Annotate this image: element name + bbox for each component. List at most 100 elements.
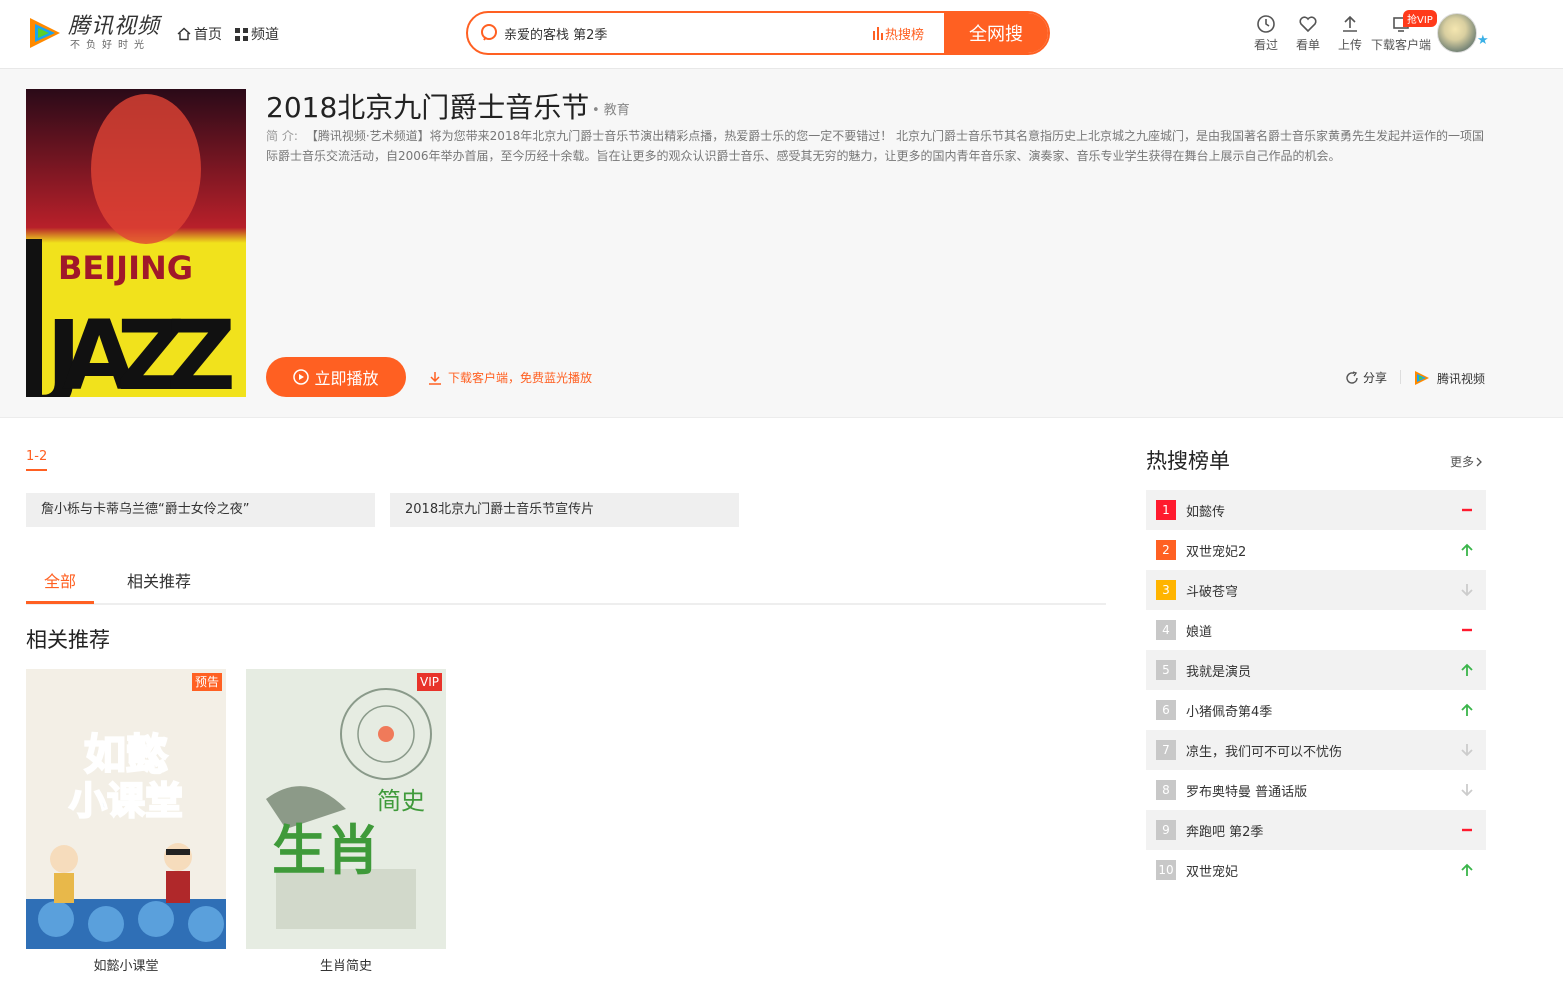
card-thumbnail-image: 生肖 简史	[246, 669, 446, 949]
rank-badge: 9	[1156, 820, 1176, 840]
logo-name: 腾讯视频	[68, 14, 161, 39]
hot-item-name: 罗布奥特曼 普通话版	[1186, 784, 1308, 800]
rank-badge: 5	[1156, 660, 1176, 680]
card-badge: VIP	[417, 673, 442, 691]
poster-line1: BEIJING	[58, 249, 193, 287]
hot-list-item[interactable]: 10 双世宠妃	[1146, 850, 1486, 890]
episode-range-tab[interactable]: 1-2	[26, 449, 47, 464]
vip-badge[interactable]: 抢VIP	[1403, 10, 1437, 27]
hot-list-item[interactable]: 1 如懿传	[1146, 490, 1486, 530]
home-icon	[177, 27, 191, 41]
poster-line2: JAZZ	[40, 300, 236, 397]
search-box: 热搜榜 全网搜	[466, 11, 1050, 55]
episode-item[interactable]: 2018北京九门爵士音乐节宣传片	[390, 493, 739, 527]
hot-list-item[interactable]: 5 我就是演员	[1146, 650, 1486, 690]
download-icon	[429, 371, 441, 385]
hot-list-item[interactable]: 9 奔跑吧 第2季	[1146, 810, 1486, 850]
rank-badge: 1	[1156, 500, 1176, 520]
rank-badge: 7	[1156, 740, 1176, 760]
nav-home-label: 首页	[194, 27, 222, 43]
card-title[interactable]: 生肖简史	[246, 955, 446, 974]
hot-item-name: 凉生，我们可不可以不忧伤	[1186, 744, 1343, 760]
history-label: 看过	[1254, 38, 1279, 52]
hot-item-name: 奔跑吧 第2季	[1186, 824, 1264, 840]
share-label: 分享	[1363, 371, 1388, 385]
poster[interactable]: BEIJING JAZZ	[26, 89, 246, 397]
hot-list-item[interactable]: 4 娘道	[1146, 610, 1486, 650]
hot-item-name: 娘道	[1186, 624, 1213, 640]
tab-underline	[26, 601, 94, 604]
top-header: 腾讯视频 不负好时光 首页 频道 热搜榜 全网搜 看过 看单 上传 下载客户端 …	[0, 0, 1563, 69]
clock-icon	[1257, 15, 1275, 33]
tab-related[interactable]: 相关推荐	[127, 568, 191, 592]
hot-list-item[interactable]: 7 凉生，我们可不可以不忧伤	[1146, 730, 1486, 770]
hot-list-item[interactable]: 3 斗破苍穹	[1146, 570, 1486, 610]
trend-down-icon	[1461, 584, 1473, 597]
play-now-button[interactable]: 立即播放	[266, 357, 406, 397]
hot-list-more-link[interactable]: 更多	[1450, 453, 1484, 470]
hot-list-item[interactable]: 2 双世宠妃2	[1146, 530, 1486, 570]
hot-search-link[interactable]: 热搜榜	[872, 24, 924, 43]
episode-item[interactable]: 詹小栎与卡蒂乌兰德“爵士女伶之夜”	[26, 493, 375, 527]
hot-list-item[interactable]: 6 小猪佩奇第4季	[1146, 690, 1486, 730]
nav-channel-label: 频道	[251, 27, 279, 43]
rank-badge: 6	[1156, 700, 1176, 720]
upload-icon	[1343, 15, 1357, 32]
nav-home[interactable]: 首页	[177, 24, 222, 44]
description: 简 介: 【腾讯视频·艺术频道】将为您带来2018年北京九门爵士音乐节演出精彩点播…	[266, 126, 1488, 166]
logo[interactable]: 腾讯视频 不负好时光	[26, 14, 160, 52]
play-now-label: 立即播放	[314, 369, 379, 388]
genre-tag[interactable]: • 教育	[592, 99, 630, 118]
trend-up-icon	[1461, 543, 1473, 556]
avatar[interactable]	[1437, 13, 1477, 53]
card-badge: 预告	[191, 673, 222, 691]
play-circle-icon	[293, 369, 310, 385]
heart-plus-icon	[1299, 16, 1317, 33]
hot-list-title: 热搜榜单	[1146, 449, 1230, 473]
watchlist-button[interactable]: 看单	[1296, 14, 1320, 53]
rank-badge: 3	[1156, 580, 1176, 600]
trend-up-icon	[1461, 703, 1473, 716]
card-poster-text-2: 小课堂	[69, 779, 183, 823]
related-card[interactable]: 如懿 小课堂 预告 如懿小课堂	[26, 669, 226, 974]
star-icon: ★	[1477, 33, 1489, 48]
share-button[interactable]: 分享	[1345, 369, 1387, 386]
hot-list: 1 如懿传 2 双世宠妃2 3 斗破苍穹 4 娘道 5 我就是演员 6 小猪佩奇第4季 7 凉生，我们可不…	[1146, 490, 1486, 890]
related-card[interactable]: 生肖 简史 VIP 生肖简史	[246, 669, 446, 974]
card-thumbnail[interactable]: 生肖 简史 VIP	[246, 669, 446, 949]
poster-image: BEIJING JAZZ	[26, 89, 246, 397]
rank-badge: 8	[1156, 780, 1176, 800]
trend-up-icon	[1461, 863, 1473, 876]
card-thumbnail[interactable]: 如懿 小课堂 预告	[26, 669, 226, 949]
card-thumbnail-image: 如懿 小课堂	[26, 669, 226, 949]
upload-button[interactable]: 上传	[1338, 14, 1362, 53]
card-poster-text-1: 生肖	[272, 818, 380, 882]
episode-range-underline	[26, 469, 47, 471]
history-button[interactable]: 看过	[1254, 14, 1278, 53]
share-icon	[1346, 370, 1358, 384]
hot-search-label: 热搜榜	[885, 28, 925, 43]
chevron-right-icon	[1476, 457, 1482, 466]
hot-item-name: 双世宠妃2	[1186, 544, 1247, 560]
hot-item-name: 斗破苍穹	[1186, 584, 1239, 600]
card-title[interactable]: 如懿小课堂	[26, 955, 226, 974]
watchlist-label: 看单	[1296, 38, 1321, 52]
description-text: 【腾讯视频·艺术频道】将为您带来2018年北京九门爵士音乐节演出精彩点播，热爱爵…	[266, 129, 1485, 163]
search-input[interactable]	[504, 22, 834, 44]
content-tabs: 全部 相关推荐	[26, 562, 1106, 605]
rank-badge: 2	[1156, 540, 1176, 560]
tab-all[interactable]: 全部	[44, 568, 76, 592]
trend-down-icon	[1461, 744, 1473, 757]
trend-flat-icon	[1462, 508, 1472, 512]
trend-flat-icon	[1462, 828, 1472, 832]
description-label: 简 介:	[266, 129, 298, 143]
rank-badge: 10	[1156, 860, 1176, 880]
nav-channel[interactable]: 频道	[235, 24, 279, 44]
brand-link[interactable]: 腾讯视频	[1413, 369, 1485, 387]
tencent-video-icon	[1415, 371, 1429, 385]
tencent-video-logo-icon	[30, 18, 60, 48]
download-link[interactable]: 下载客户端，免费蓝光播放	[428, 369, 592, 386]
hot-list-item[interactable]: 8 罗布奥特曼 普通话版	[1146, 770, 1486, 810]
search-all-button[interactable]: 全网搜	[944, 13, 1048, 53]
trend-flat-icon	[1462, 628, 1472, 632]
